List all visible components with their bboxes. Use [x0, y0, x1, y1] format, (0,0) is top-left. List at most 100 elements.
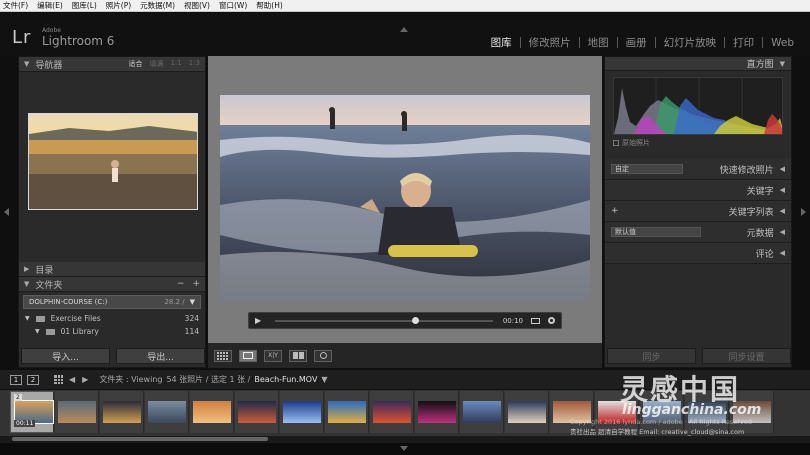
collapse-triangle-icon: ◀ — [779, 186, 785, 194]
checkbox[interactable] — [613, 140, 619, 146]
source-label[interactable]: 文件夹 : Viewing — [99, 374, 162, 385]
filename-dropdown-icon[interactable]: ▼ — [321, 375, 327, 384]
volume-size: 28.2 / — [164, 298, 185, 306]
module-develop[interactable]: 修改照片 — [521, 35, 579, 50]
filmstrip-cell[interactable] — [685, 391, 729, 433]
filmstrip-cell[interactable] — [550, 391, 594, 433]
navigator-title: 导航器 — [35, 60, 63, 71]
menu-edit[interactable]: 编辑(E) — [37, 0, 63, 11]
histogram-header[interactable]: 直方图 ▼ — [605, 57, 791, 71]
navigator-header[interactable]: ▼ 导航器 适合 填满 1:1 1:3 — [19, 57, 205, 72]
collapse-triangle-icon: ▶ — [24, 265, 30, 273]
menu-photo[interactable]: 照片(P) — [106, 0, 131, 11]
filmstrip-thumbnail — [57, 401, 96, 423]
main-screen-button[interactable]: 1 — [10, 374, 22, 385]
comments-title: 评论 — [755, 249, 774, 260]
zoom-fill[interactable]: 填满 — [149, 59, 163, 69]
collapse-triangle-icon: ◀ — [779, 228, 785, 236]
filmstrip-cell[interactable] — [640, 391, 684, 433]
collapse-left-arrow-icon[interactable] — [4, 208, 9, 216]
menu-file[interactable]: 文件(F) — [3, 0, 28, 11]
menu-view[interactable]: 视图(V) — [184, 0, 210, 11]
volume-row[interactable]: DOLPHIN-COURSE (C:) 28.2 / ▼ — [23, 295, 201, 309]
add-keyword-button[interactable]: + — [611, 206, 619, 216]
filmstrip-cell[interactable]: 2 00:11 — [10, 391, 54, 433]
export-button[interactable]: 导出... — [116, 348, 205, 364]
menu-window[interactable]: 窗口(W) — [219, 0, 247, 11]
filmstrip-scrollbar[interactable] — [0, 436, 810, 443]
collapse-top-arrow-icon[interactable] — [400, 27, 408, 32]
module-print[interactable]: 打印 — [725, 35, 762, 50]
play-icon[interactable]: ▶ — [255, 316, 261, 325]
grid-view-icon[interactable] — [214, 349, 232, 362]
zoom-1-3[interactable]: 1:3 — [189, 59, 200, 69]
comments-header[interactable]: 评论 ◀ — [605, 243, 791, 264]
metadata-preset[interactable]: 默认值 — [611, 227, 701, 237]
forward-arrow-icon[interactable]: ▶ — [82, 375, 88, 384]
scrubber-knob[interactable] — [412, 316, 420, 324]
people-view-icon[interactable] — [314, 349, 332, 362]
zoom-fit[interactable]: 适合 — [128, 59, 142, 69]
import-button[interactable]: 导入... — [21, 348, 110, 364]
filmstrip: 2 00:11 — [0, 390, 810, 436]
module-map[interactable]: 地图 — [580, 35, 617, 50]
import-export-bar: 导入... 导出... — [21, 348, 205, 364]
filmstrip-cell[interactable] — [730, 391, 774, 433]
menu-library[interactable]: 图库(L) — [72, 0, 97, 11]
sync-bar: 同步 同步设置 — [607, 348, 791, 364]
sync-settings-button[interactable]: 同步设置 — [702, 348, 791, 364]
filmstrip-scroll-thumb[interactable] — [12, 437, 268, 441]
sync-button[interactable]: 同步 — [607, 348, 696, 364]
second-screen-button[interactable]: 2 — [27, 374, 39, 385]
menu-help[interactable]: 帮助(H) — [256, 0, 283, 11]
add-folder-button[interactable]: + — [192, 279, 200, 289]
compare-view-icon[interactable]: X|Y — [264, 349, 282, 362]
folder-row[interactable]: ▼ 01 Library 114 — [19, 325, 205, 338]
module-library[interactable]: 图库 — [483, 35, 520, 50]
filmstrip-cell[interactable] — [145, 391, 189, 433]
catalog-header[interactable]: ▶ 目录 — [19, 262, 205, 277]
collapse-bottom-arrow-icon[interactable] — [400, 446, 408, 451]
survey-view-icon[interactable] — [289, 349, 307, 362]
module-slideshow[interactable]: 幻灯片放映 — [656, 35, 725, 50]
navigator-thumbnail[interactable] — [28, 113, 198, 210]
folders-header[interactable]: ▼ 文件夹 − + — [19, 277, 205, 292]
collapse-right-arrow-icon[interactable] — [801, 208, 806, 216]
filmstrip-cell[interactable] — [55, 391, 99, 433]
gear-icon[interactable] — [548, 317, 555, 324]
grid-icon[interactable] — [54, 375, 63, 384]
main-photo[interactable] — [220, 95, 590, 302]
zoom-1-1[interactable]: 1:1 — [170, 59, 181, 69]
folder-row[interactable]: ▼ Exercise Files 324 — [19, 312, 205, 325]
selected-filename: Beach-Fun.MOV — [254, 375, 317, 384]
remove-folder-button[interactable]: − — [177, 279, 185, 289]
frame-icon[interactable] — [531, 317, 540, 324]
filmstrip-cell[interactable] — [460, 391, 504, 433]
back-arrow-icon[interactable]: ◀ — [69, 375, 75, 384]
metadata-header[interactable]: 默认值 元数据 ◀ — [605, 222, 791, 243]
module-web[interactable]: Web — [763, 37, 802, 49]
filmstrip-cell[interactable] — [370, 391, 414, 433]
histogram — [613, 77, 783, 135]
filmstrip-cell[interactable] — [100, 391, 144, 433]
filmstrip-cell[interactable] — [415, 391, 459, 433]
quick-develop-header[interactable]: 自定 快速修改照片 ◀ — [605, 159, 791, 180]
menu-metadata[interactable]: 元数据(M) — [140, 0, 175, 11]
original-photo-row[interactable]: 原始照片 — [605, 135, 791, 151]
keywording-header[interactable]: 关键字 ◀ — [605, 180, 791, 201]
filmstrip-cell[interactable] — [325, 391, 369, 433]
filmstrip-cell[interactable] — [280, 391, 324, 433]
module-book[interactable]: 画册 — [618, 35, 655, 50]
filmstrip-cell[interactable] — [190, 391, 234, 433]
filmstrip-cell[interactable] — [505, 391, 549, 433]
compare-glyph: X|Y — [268, 352, 278, 359]
keyword-list-header[interactable]: + 关键字列表 ◀ — [605, 201, 791, 222]
video-scrubber[interactable] — [275, 316, 493, 324]
filmstrip-cell[interactable] — [595, 391, 639, 433]
filmstrip-cell[interactable] — [235, 391, 279, 433]
quick-develop-preset[interactable]: 自定 — [611, 164, 683, 174]
keywording-title: 关键字 — [746, 186, 774, 197]
loupe-glyph — [243, 352, 253, 359]
filmstrip-thumbnail — [102, 401, 141, 423]
loupe-view-icon[interactable] — [239, 349, 257, 362]
